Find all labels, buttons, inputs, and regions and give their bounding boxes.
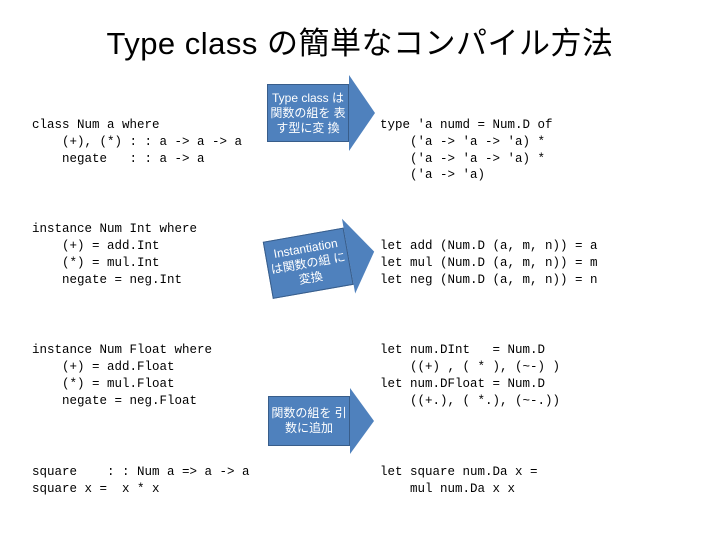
code-let-numd: let num.DInt = Num.D ((+) , ( * ), (~-) … [380, 342, 688, 410]
code-class-num: class Num a where (+), (*) : : a -> a ->… [32, 117, 262, 168]
middle-column: Type class は 関数の組を 表す型に変 換 Instantiation… [266, 83, 376, 531]
slide: Type class の簡単なコンパイル方法 class Num a where… [0, 0, 720, 540]
columns: class Num a where (+), (*) : : a -> a ->… [32, 83, 688, 531]
arrow-typeclass: Type class は 関数の組を 表す型に変 換 [266, 75, 376, 151]
arrow-add-arg-label: 関数の組を 引数に追加 [269, 406, 349, 436]
arrow-instantiation: Instantiation は関数の組 に変換 [266, 223, 376, 299]
code-instance-int: instance Num Int where (+) = add.Int (*)… [32, 221, 262, 289]
slide-title: Type class の簡単なコンパイル方法 [32, 18, 688, 63]
code-let-square: let square num.Da x = mul num.Da x x [380, 464, 688, 498]
code-type-numd: type 'a numd = Num.D of ('a -> 'a -> 'a)… [380, 117, 688, 185]
code-square: square : : Num a => a -> a square x = x … [32, 464, 262, 498]
code-let-add: let add (Num.D (a, m, n)) = a let mul (N… [380, 238, 688, 289]
arrow-add-arg: 関数の組を 引数に追加 [266, 388, 376, 454]
code-instance-float: instance Num Float where (+) = add.Float… [32, 342, 262, 410]
arrow-instantiation-label: Instantiation は関数の組 に変換 [265, 234, 352, 292]
right-column: type 'a numd = Num.D of ('a -> 'a -> 'a)… [380, 83, 688, 531]
arrow-typeclass-label: Type class は 関数の組を 表す型に変 換 [268, 91, 348, 136]
left-column: class Num a where (+), (*) : : a -> a ->… [32, 83, 262, 531]
